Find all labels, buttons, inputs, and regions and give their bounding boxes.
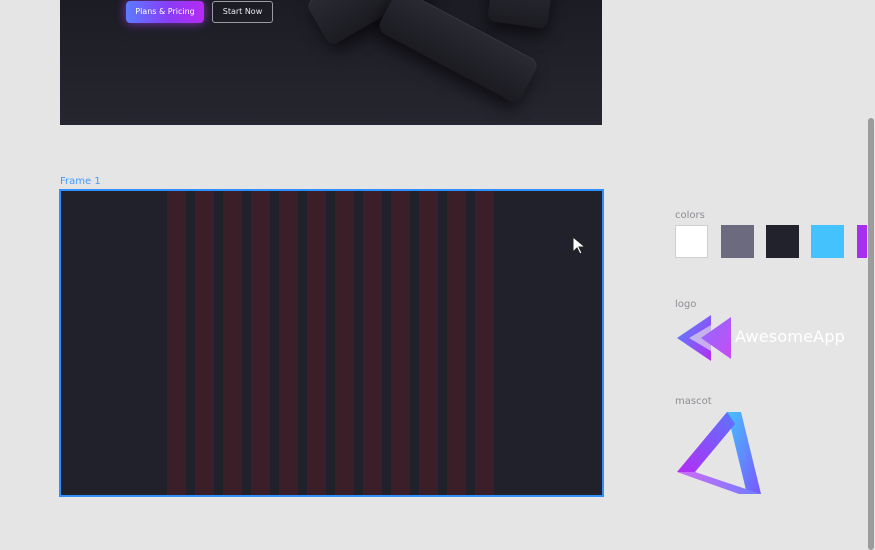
colors-label: colors xyxy=(675,210,705,221)
grid-column xyxy=(279,191,298,495)
grid-column xyxy=(251,191,270,495)
hero-frame[interactable]: Plans & Pricing Start Now xyxy=(60,0,602,125)
frame-label[interactable]: Frame 1 xyxy=(60,176,101,187)
grid-column xyxy=(307,191,326,495)
grid-column xyxy=(363,191,382,495)
plans-pricing-button[interactable]: Plans & Pricing xyxy=(126,1,204,23)
double-triangle-logo-icon[interactable] xyxy=(675,313,733,363)
color-swatch-blue[interactable] xyxy=(811,225,844,258)
logo-wordmark[interactable]: AwesomeApp xyxy=(735,327,845,346)
grid-column xyxy=(475,191,494,495)
grid-column xyxy=(335,191,354,495)
grid-column xyxy=(167,191,186,495)
mascot-label: mascot xyxy=(675,396,712,407)
color-swatch-white[interactable] xyxy=(675,225,708,258)
logo-label: logo xyxy=(675,299,697,310)
scrollbar-thumb[interactable] xyxy=(868,118,874,550)
grid-column xyxy=(419,191,438,495)
color-swatch-gray[interactable] xyxy=(721,225,754,258)
grid-column xyxy=(447,191,466,495)
vertical-scrollbar[interactable] xyxy=(867,0,875,550)
impossible-triangle-icon[interactable] xyxy=(675,410,765,498)
design-canvas[interactable]: Plans & Pricing Start Now Frame 1 colors… xyxy=(0,0,875,550)
color-swatch-dark[interactable] xyxy=(766,225,799,258)
grid-column xyxy=(195,191,214,495)
grid-column xyxy=(391,191,410,495)
start-now-button[interactable]: Start Now xyxy=(212,1,273,23)
grid-column xyxy=(223,191,242,495)
device-mockup-tablet xyxy=(487,0,553,29)
frame-1[interactable] xyxy=(59,189,604,497)
arrow-cursor-icon xyxy=(572,236,587,255)
